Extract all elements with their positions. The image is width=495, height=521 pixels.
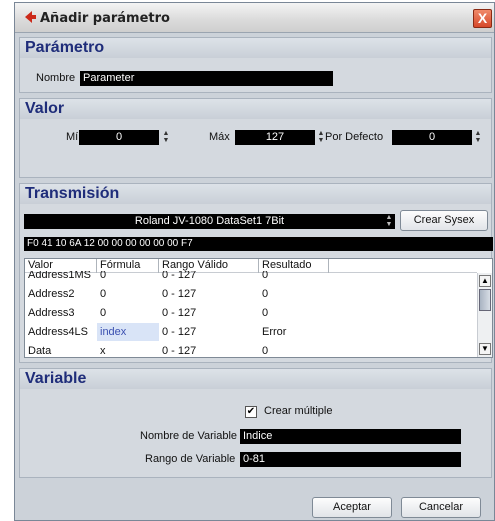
scroll-up-icon[interactable]: ▲ [479, 275, 491, 287]
nombre-variable-label: Nombre de Variable [140, 430, 238, 442]
max-input[interactable]: 127 [235, 130, 315, 145]
parameter-table: Valor Fórmula Rango Válido Resultado Add… [24, 258, 493, 358]
sysex-hex-display: F0 41 10 6A 12 00 00 00 00 00 00 F7 [24, 237, 493, 251]
table-row[interactable]: Address1MS 0 0 - 127 0 [25, 271, 477, 284]
crear-multiple-checkbox[interactable]: ✔ [245, 406, 257, 418]
app-icon [25, 11, 36, 23]
cell-resultado: 0 [262, 307, 269, 319]
parametro-heading: Parámetro [20, 38, 491, 58]
scroll-down-icon[interactable]: ▼ [479, 343, 491, 355]
cell-resultado: 0 [262, 288, 269, 300]
variable-section: Variable ✔ Crear múltiple Nombre de Vari… [19, 368, 492, 478]
table-row[interactable]: Address4LS index 0 - 127 Error [25, 323, 477, 341]
cell-valor: Address1MS [28, 271, 91, 281]
cell-resultado: 0 [262, 345, 269, 357]
rango-variable-input[interactable]: 0-81 [240, 452, 461, 467]
rango-variable-label: Rango de Variable [145, 453, 236, 465]
title-bar[interactable]: Añadir parámetro X [15, 3, 494, 33]
device-dropdown-icon[interactable]: ▲ ▼ [385, 214, 393, 229]
parametro-section: Parámetro Nombre Parameter [19, 37, 492, 93]
cell-resultado: 0 [262, 271, 269, 281]
cell-rango: 0 - 127 [162, 345, 197, 357]
window-title: Añadir parámetro [40, 11, 170, 26]
nombre-label: Nombre [36, 72, 76, 84]
cell-formula[interactable]: x [97, 342, 159, 357]
cell-formula[interactable]: 0 [97, 304, 159, 322]
scroll-thumb[interactable] [479, 289, 491, 311]
add-parameter-dialog: Añadir parámetro X Parámetro Nombre Para… [14, 2, 495, 521]
cell-valor: Address3 [28, 307, 75, 319]
cell-rango: 0 - 127 [162, 271, 197, 281]
crear-multiple-label: Crear múltiple [264, 405, 333, 417]
transmision-heading: Transmisión [20, 184, 491, 204]
cell-valor: Address2 [28, 288, 75, 300]
cell-formula-selected[interactable]: index [97, 323, 159, 341]
default-label: Por Defecto [325, 131, 384, 143]
cell-resultado: Error [262, 326, 287, 338]
cancelar-button[interactable]: Cancelar [401, 497, 481, 518]
device-select[interactable]: Roland JV-1080 DataSet1 7Bit [24, 214, 395, 229]
transmision-section: Transmisión Roland JV-1080 DataSet1 7Bit… [19, 183, 493, 363]
table-scrollbar[interactable]: ▲ ▼ [477, 273, 492, 357]
table-row[interactable]: Address3 0 0 - 127 0 [25, 304, 477, 322]
table-row[interactable]: Data x 0 - 127 0 [25, 342, 477, 357]
cell-valor: Data [28, 345, 52, 357]
valor-heading: Valor [20, 99, 491, 119]
cell-formula[interactable]: 0 [97, 285, 159, 303]
nombre-variable-input[interactable]: Indice [240, 429, 461, 444]
min-spinner-icon[interactable]: ▲ ▼ [162, 130, 170, 145]
cell-formula[interactable]: 0 [97, 271, 159, 284]
max-label: Máx [209, 131, 230, 143]
cell-rango: 0 - 127 [162, 307, 197, 319]
cell-rango: 0 - 127 [162, 288, 197, 300]
table-row[interactable]: Address2 0 0 - 127 0 [25, 285, 477, 303]
close-button[interactable]: X [473, 9, 492, 28]
max-spinner-icon[interactable]: ▲ ▼ [317, 130, 325, 145]
nombre-input[interactable]: Parameter [80, 71, 333, 86]
default-spinner-icon[interactable]: ▲ ▼ [474, 130, 482, 145]
cell-valor: Address4LS [28, 326, 88, 338]
crear-sysex-button[interactable]: Crear Sysex [400, 210, 488, 231]
variable-heading: Variable [20, 369, 491, 389]
valor-section: Valor Mín 0 ▲ ▼ Máx 127 ▲ ▼ Por Defecto 0 … [19, 98, 492, 178]
aceptar-button[interactable]: Aceptar [312, 497, 392, 518]
default-input[interactable]: 0 [392, 130, 472, 145]
cell-rango: 0 - 127 [162, 326, 197, 338]
min-input[interactable]: 0 [79, 130, 159, 145]
